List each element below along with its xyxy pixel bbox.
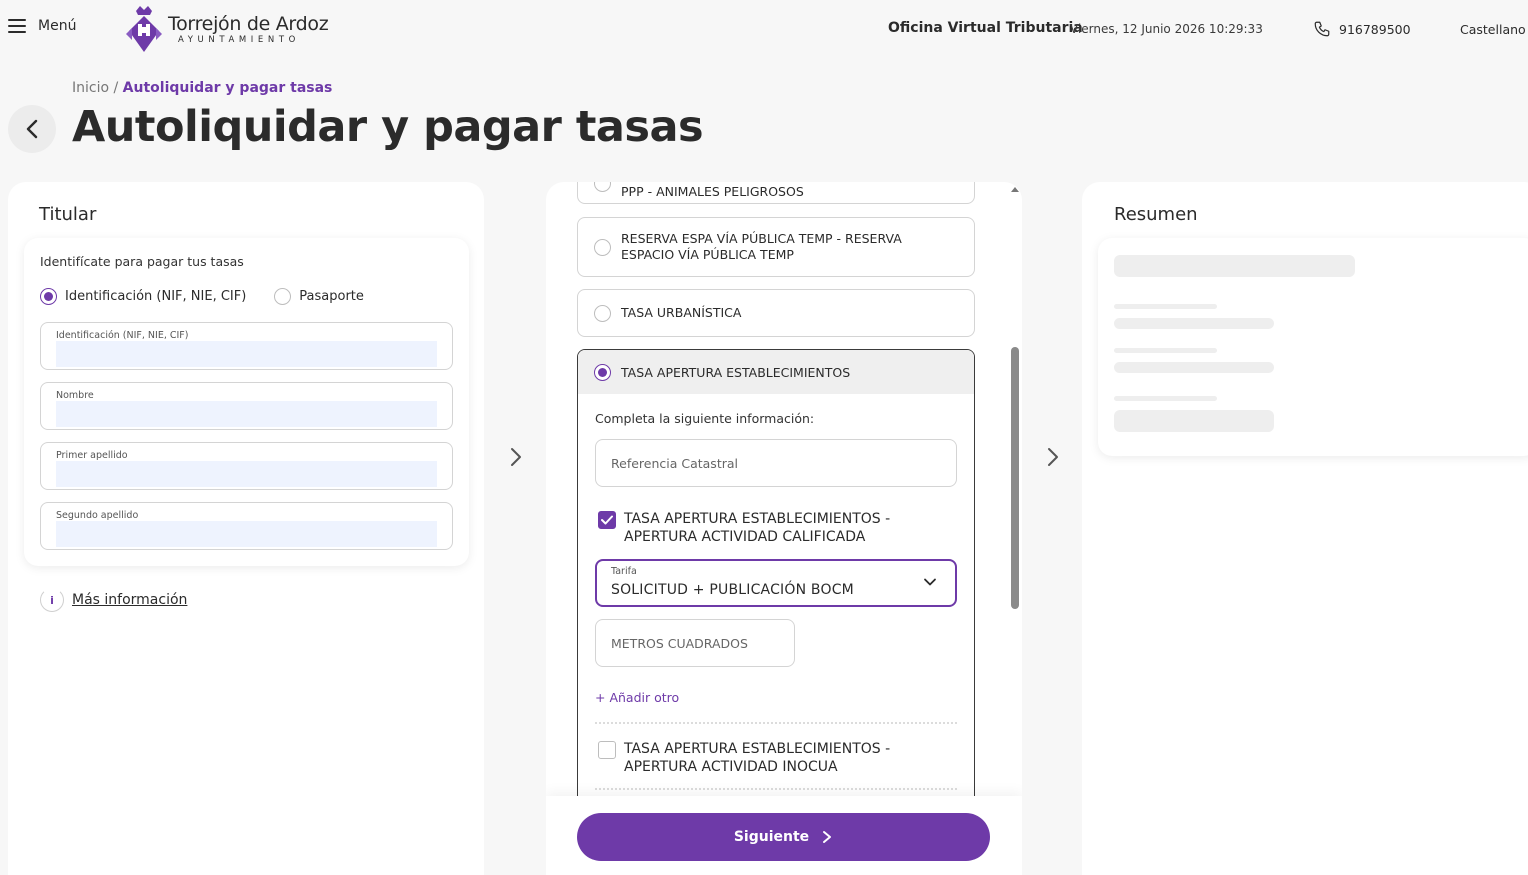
- radio-identificacion[interactable]: Identificación (NIF, NIE, CIF): [40, 288, 246, 305]
- breadcrumb: Inicio / Autoliquidar y pagar tasas: [72, 80, 332, 96]
- identify-intro: Identifícate para pagar tus tasas: [40, 254, 244, 269]
- identification-field-label: Identificación (NIF, NIE, CIF): [56, 330, 189, 341]
- check-icon: [601, 515, 613, 525]
- next-button[interactable]: Siguiente: [577, 813, 990, 861]
- logo-name: Torrejón de Ardoz: [168, 13, 329, 35]
- id-type-radio-group: Identificación (NIF, NIE, CIF) Pasaporte: [40, 288, 364, 305]
- current-datetime: Viernes, 12 Junio 2026 10:29:33: [1070, 22, 1263, 36]
- primer-apellido-field-label: Primer apellido: [56, 450, 128, 461]
- page-title: Autoliquidar y pagar tasas: [72, 102, 704, 152]
- identification-card: Identifícate para pagar tus tasas Identi…: [24, 238, 469, 566]
- chevron-down-icon: [924, 578, 936, 586]
- titular-panel: Titular Identifícate para pagar tus tasa…: [8, 182, 484, 875]
- menu-label: Menú: [38, 18, 77, 34]
- titular-title: Titular: [39, 204, 97, 225]
- tarifa-label: Tarifa: [611, 566, 637, 577]
- chevron-right-icon: [1048, 448, 1058, 466]
- menu-button[interactable]: Menú: [8, 18, 76, 34]
- phone-number: 916789500: [1339, 21, 1411, 37]
- footer-actions: Siguiente: [546, 796, 1022, 875]
- sub-item-actividad-inocua[interactable]: TASA APERTURA ESTABLECIMIENTOS - APERTUR…: [598, 740, 924, 776]
- radio-button: [594, 238, 611, 256]
- tasa-option-reserva-via-publica[interactable]: RESERVA ESPA VÍA PÚBLICA TEMP - RESERVA …: [577, 217, 975, 277]
- loading-skeleton: [1114, 410, 1274, 432]
- radio-button-selected: [40, 288, 57, 305]
- tasa-option-label: RESERVA ESPA VÍA PÚBLICA TEMP - RESERVA …: [621, 231, 902, 262]
- add-other-link[interactable]: + Añadir otro: [595, 690, 679, 705]
- radio-button-selected: [594, 363, 611, 381]
- logo[interactable]: Torrejón de Ardoz AYUNTAMIENTO: [124, 4, 329, 54]
- breadcrumb-current: Autoliquidar y pagar tasas: [122, 80, 333, 96]
- resumen-title: Resumen: [1114, 204, 1198, 225]
- primer-apellido-field[interactable]: Primer apellido: [40, 442, 453, 490]
- referencia-catastral-input[interactable]: Referencia Catastral: [595, 439, 957, 487]
- loading-skeleton: [1114, 362, 1274, 373]
- tasa-option-label: PPP - ANIMALES PELIGROSOS: [621, 184, 804, 199]
- tasa-option-header[interactable]: TASA APERTURA ESTABLECIMIENTOS: [578, 350, 974, 394]
- breadcrumb-home[interactable]: Inicio: [72, 80, 109, 96]
- metros-cuadrados-input[interactable]: METROS CUADRADOS: [595, 619, 795, 667]
- loading-skeleton: [1114, 304, 1217, 309]
- more-info-link[interactable]: i Más información: [40, 588, 187, 612]
- nombre-field[interactable]: Nombre: [40, 382, 453, 430]
- divider: [595, 722, 957, 724]
- loading-skeleton: [1114, 348, 1217, 353]
- complete-info-text: Completa la siguiente información:: [595, 411, 815, 426]
- loading-skeleton: [1114, 318, 1274, 329]
- scroll-up-arrow[interactable]: [1011, 187, 1019, 192]
- more-info-label: Más información: [72, 592, 188, 608]
- hamburger-icon: [8, 19, 26, 33]
- top-bar: Menú Torrejón de Ardoz AYUNTAMIENTO Ofic…: [0, 0, 1528, 60]
- resumen-panel: Resumen: [1082, 182, 1528, 875]
- chevron-right-icon: [823, 831, 832, 843]
- phone-icon: [1314, 21, 1330, 37]
- coat-of-arms-logo: [126, 6, 162, 52]
- radio-button: [594, 304, 611, 322]
- language-selector[interactable]: Castellano: [1460, 22, 1526, 37]
- divider: [595, 788, 957, 790]
- identification-field[interactable]: Identificación (NIF, NIE, CIF): [40, 322, 453, 370]
- back-button[interactable]: [8, 105, 56, 153]
- tarifa-value: SOLICITUD + PUBLICACIÓN BOCM: [611, 582, 854, 598]
- nombre-field-value[interactable]: [56, 401, 437, 427]
- sub-item-label: TASA APERTURA ESTABLECIMIENTOS - APERTUR…: [624, 741, 891, 775]
- sub-item-label: TASA APERTURA ESTABLECIMIENTOS - APERTUR…: [624, 511, 891, 545]
- loading-skeleton: [1114, 255, 1355, 277]
- tasa-option-animales-peligrosos[interactable]: PPP - ANIMALES PELIGROSOS: [577, 182, 975, 204]
- checkbox[interactable]: [598, 741, 616, 759]
- tasa-option-urbanistica[interactable]: TASA URBANÍSTICA: [577, 289, 975, 337]
- radio-pasaporte-label: Pasaporte: [299, 289, 364, 304]
- resumen-card: [1098, 238, 1528, 456]
- scrollbar-thumb[interactable]: [1011, 347, 1019, 609]
- radio-button: [594, 182, 611, 192]
- breadcrumb-separator: /: [113, 80, 119, 96]
- segundo-apellido-field-label: Segundo apellido: [56, 510, 139, 521]
- tasa-option-label: TASA URBANÍSTICA: [621, 305, 742, 320]
- radio-pasaporte[interactable]: Pasaporte: [274, 288, 364, 305]
- radio-identificacion-label: Identificación (NIF, NIE, CIF): [65, 289, 247, 304]
- chevron-right-icon: [511, 448, 521, 466]
- segundo-apellido-field-value[interactable]: [56, 521, 437, 547]
- sub-item-actividad-calificada[interactable]: TASA APERTURA ESTABLECIMIENTOS - APERTUR…: [598, 510, 924, 546]
- primer-apellido-field-value[interactable]: [56, 461, 437, 487]
- identification-field-value[interactable]: [56, 341, 437, 367]
- logo-subtitle: AYUNTAMIENTO: [178, 35, 300, 45]
- info-icon: i: [40, 588, 64, 612]
- office-title: Oficina Virtual Tributaria: [888, 20, 1083, 36]
- next-button-label: Siguiente: [733, 829, 810, 845]
- nombre-field-label: Nombre: [56, 390, 94, 401]
- checkbox-checked[interactable]: [598, 511, 616, 529]
- tasas-panel: PPP - ANIMALES PELIGROSOS RESERVA ESPA V…: [546, 182, 1022, 875]
- phone-link[interactable]: 916789500: [1313, 20, 1411, 38]
- radio-button: [274, 288, 292, 305]
- segundo-apellido-field[interactable]: Segundo apellido: [40, 502, 453, 550]
- chevron-left-icon: [26, 119, 38, 139]
- tarifa-select[interactable]: Tarifa SOLICITUD + PUBLICACIÓN BOCM: [595, 559, 957, 607]
- tasa-option-apertura-establecimientos: TASA APERTURA ESTABLECIMIENTOS Completa …: [577, 349, 975, 809]
- tasa-option-label: TASA APERTURA ESTABLECIMIENTOS: [621, 364, 851, 380]
- loading-skeleton: [1114, 396, 1217, 401]
